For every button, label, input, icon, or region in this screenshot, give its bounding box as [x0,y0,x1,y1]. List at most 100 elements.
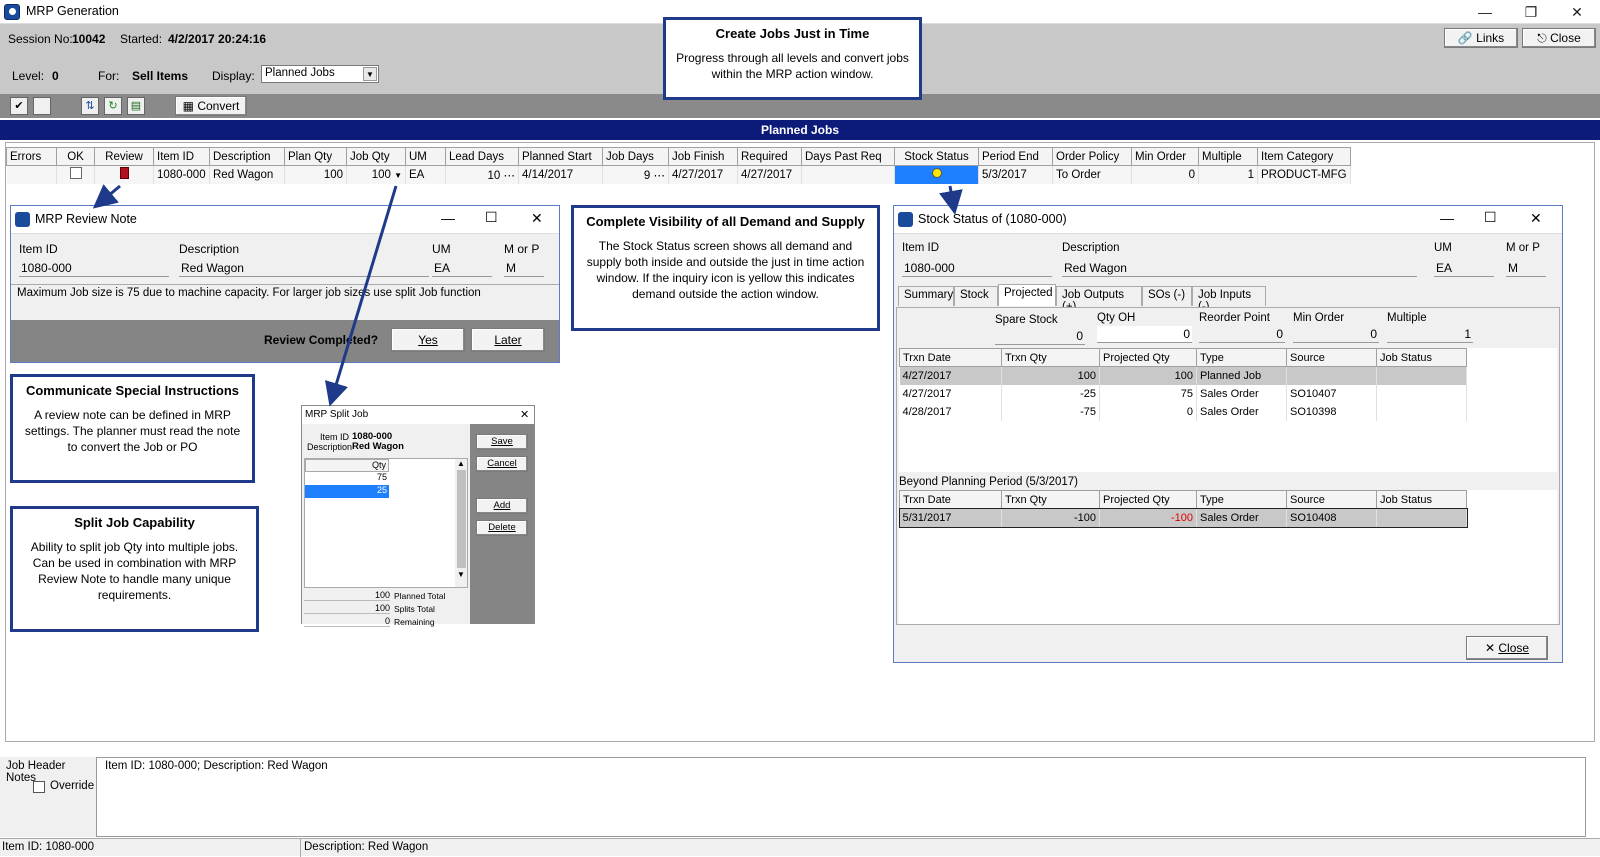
table-row[interactable]: 4/27/2017 100 100 Planned Job [899,366,1467,385]
col-job-qty[interactable]: Job Qty [346,147,406,166]
delete-button[interactable]: Delete [476,520,528,536]
col-plan-qty[interactable]: Plan Qty [284,147,347,166]
cell-review[interactable] [94,165,154,184]
list-item[interactable]: 75 [305,472,389,485]
uncheck-all-icon[interactable] [33,97,51,115]
close-icon[interactable]: ✕ [531,210,543,227]
restore-icon[interactable]: ❐ [1508,2,1554,22]
inquiry-icon[interactable] [931,168,942,179]
override-checkbox[interactable] [33,781,45,793]
tab-job-inputs[interactable]: Job Inputs (-) [1192,286,1266,313]
links-button[interactable]: 🔗 Links [1444,28,1518,48]
close-button[interactable]: ⎋ Close [1522,28,1596,48]
col-type[interactable]: Type [1196,490,1287,509]
scroll-down-icon[interactable]: ▼ [455,570,467,579]
save-button[interactable]: Save [476,434,528,450]
chevron-down-icon[interactable]: ▼ [394,171,402,180]
review-note-icon[interactable] [119,167,129,180]
list-item[interactable]: 25 [305,485,389,498]
close-icon[interactable]: ✕ [1530,210,1542,227]
col-projected-qty[interactable]: Projected Qty [1099,490,1197,509]
close-label: Close [1550,31,1581,45]
table-row[interactable]: 4/28/2017 -75 0 Sales Order SO10398 [899,402,1467,421]
maximize-icon[interactable]: ☐ [1484,209,1497,226]
cell-item-id: 1080-000 [153,165,210,184]
check-all-icon[interactable]: ✔ [10,97,28,115]
cell-job-days[interactable]: 9 ⋯ [602,165,669,184]
split-qty-list[interactable]: Qty 75 25 ▲ ▼ [304,458,468,588]
minimize-icon[interactable]: — [1462,2,1508,22]
col-job-days[interactable]: Job Days [602,147,669,166]
col-required[interactable]: Required [737,147,802,166]
cell-order-policy: To Order [1052,165,1132,184]
ss-close-button[interactable]: ✕ Close [1466,636,1548,660]
minimize-icon[interactable]: — [441,210,455,226]
close-icon[interactable]: ✕ [520,408,529,421]
notes-textarea[interactable]: Item ID: 1080-000; Description: Red Wago… [96,757,1586,837]
export-icon[interactable]: ▤ [127,97,145,115]
convert-button[interactable]: ▦ Convert [175,96,247,116]
col-trxn-qty[interactable]: Trxn Qty [1001,490,1100,509]
ok-checkbox[interactable] [69,167,82,180]
table-row[interactable]: 1080-000 Red Wagon 100 100 ▼ EA 10 ⋯ 4/1… [6,165,1351,184]
app-icon [15,212,30,227]
col-um[interactable]: UM [405,147,446,166]
col-review[interactable]: Review [94,147,154,166]
col-period-end[interactable]: Period End [978,147,1053,166]
ss-multiple-field: 1 [1387,326,1473,343]
close-window-icon[interactable]: ✕ [1554,2,1600,22]
col-type[interactable]: Type [1196,348,1287,367]
col-lead-days[interactable]: Lead Days [445,147,519,166]
cell-lead-days[interactable]: 10 ⋯ [445,165,519,184]
col-job-status[interactable]: Job Status [1376,490,1467,509]
ellipsis-icon[interactable]: ⋯ [504,170,516,182]
scroll-up-icon[interactable]: ▲ [455,459,467,468]
col-description[interactable]: Description [209,147,285,166]
col-planned-start[interactable]: Planned Start [518,147,603,166]
col-trxn-date[interactable]: Trxn Date [899,490,1002,509]
cancel-button[interactable]: Cancel [476,456,528,472]
col-source[interactable]: Source [1286,348,1377,367]
tab-summary[interactable]: Summary [898,286,954,306]
ellipsis-icon[interactable]: ⋯ [654,170,666,182]
tab-sos[interactable]: SOs (-) [1142,286,1192,306]
cell-stock-status[interactable] [894,165,979,184]
scroll-thumb[interactable] [456,470,466,568]
add-button[interactable]: Add [476,498,528,514]
col-job-finish[interactable]: Job Finish [668,147,738,166]
col-errors[interactable]: Errors [6,147,57,166]
table-row[interactable]: 4/27/2017 -25 75 Sales Order SO10407 [899,384,1467,403]
col-job-status[interactable]: Job Status [1376,348,1467,367]
cell-ok[interactable] [56,165,95,184]
save-label: Save [491,436,513,447]
col-stock-status[interactable]: Stock Status [894,147,979,166]
scrollbar[interactable]: ▲ ▼ [455,459,467,587]
col-item-category[interactable]: Item Category [1257,147,1351,166]
tab-projected[interactable]: Projected [998,284,1056,306]
col-ok[interactable]: OK [56,147,95,166]
job-qty-value[interactable]: 100 [372,169,391,181]
table-row[interactable]: 5/31/2017 -100 -100 Sales Order SO10408 [898,507,1468,528]
col-days-past-req[interactable]: Days Past Req [801,147,895,166]
col-trxn-qty[interactable]: Trxn Qty [1001,348,1100,367]
tab-job-outputs[interactable]: Job Outputs (+) [1056,286,1142,313]
col-multiple[interactable]: Multiple [1198,147,1258,166]
sort-icon[interactable]: ⇅ [81,97,99,115]
cell-job-qty[interactable]: 100 ▼ [346,165,406,184]
splits-total-label: Splits Total [394,604,435,614]
maximize-icon[interactable]: ☐ [485,209,498,226]
later-button[interactable]: Later [471,328,545,352]
col-min-order[interactable]: Min Order [1131,147,1199,166]
cell-planned-start[interactable]: 4/14/2017 [518,165,603,184]
col-source[interactable]: Source [1286,490,1377,509]
minimize-icon[interactable]: — [1440,210,1454,226]
yes-button[interactable]: Yes [391,328,465,352]
display-select[interactable]: Planned Jobs ▼ [261,65,379,83]
col-projected-qty[interactable]: Projected Qty [1099,348,1197,367]
tab-stock[interactable]: Stock [954,286,998,306]
col-trxn-date[interactable]: Trxn Date [899,348,1002,367]
refresh-icon[interactable]: ↻ [104,97,122,115]
cell-trxn-date: 4/28/2017 [899,402,1002,421]
col-item-id[interactable]: Item ID [153,147,210,166]
col-order-policy[interactable]: Order Policy [1052,147,1132,166]
